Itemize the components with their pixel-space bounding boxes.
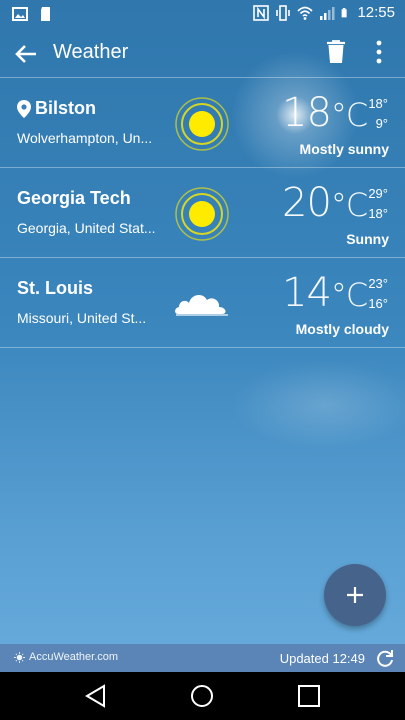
divider [0,347,405,348]
refresh-icon[interactable] [375,648,395,668]
brand-label: AccuWeather.com [29,651,119,663]
location-subtitle: Georgia, United Stat... [17,220,156,236]
temperature: 18 [282,90,332,136]
recents-nav-icon[interactable] [297,684,321,708]
temp-unit: °C [330,276,368,314]
page-title: Weather [53,41,129,63]
back-arrow-icon[interactable] [12,40,40,68]
location-name: Georgia Tech [17,188,131,208]
battery-icon [342,7,348,17]
gallery-icon [12,7,28,21]
back-nav-icon[interactable] [84,684,108,708]
add-location-button[interactable] [324,564,386,626]
sd-card-icon [41,7,50,21]
low-temp: 16° [368,296,388,311]
temp-unit: °C [330,186,368,224]
sun-icon [175,187,229,241]
navigation-bar [0,672,405,720]
location-row-st-louis[interactable]: St. Louis Missouri, United St... 14°C 23… [0,258,405,347]
condition: Sunny [346,231,389,247]
condition: Mostly cloudy [295,321,389,337]
sun-icon [175,97,229,151]
temperature: 20 [282,180,332,226]
trash-icon[interactable] [323,38,349,66]
status-bar: 12:55 [0,0,405,28]
location-pin-icon [17,99,31,118]
location-row-bilston[interactable]: Bilston Wolverhampton, Un... 18°C 18° 9°… [0,78,405,167]
updated-time: Updated 12:49 [279,651,365,666]
home-nav-icon[interactable] [190,684,214,708]
location-name: Bilston [35,98,96,118]
accuweather-sun-icon [14,651,25,663]
vibrate-icon [276,4,291,21]
location-subtitle: Missouri, United St... [17,310,147,326]
more-options-icon[interactable] [368,38,390,66]
condition: Mostly sunny [299,141,389,157]
footer-bar: AccuWeather.com Updated 12:49 [0,644,405,672]
temperature: 14 [282,270,332,316]
cloud-icon [175,294,228,316]
location-subtitle: Wolverhampton, Un... [17,130,153,146]
accuweather-link[interactable]: AccuWeather.com [14,651,118,663]
cloud-haze [230,360,405,450]
signal-icon [320,6,335,20]
high-temp: 23° [368,276,388,291]
location-row-georgia-tech[interactable]: Georgia Tech Georgia, United Stat... 20°… [0,168,405,257]
app-bar: Weather [0,28,405,78]
clock: 12:55 [357,4,395,21]
wifi-icon [297,6,314,20]
nfc-icon [253,4,270,21]
location-name: St. Louis [17,278,93,298]
temp-unit: °C [330,96,368,134]
high-temp: 29° [368,186,388,201]
high-temp: 18° [368,96,388,111]
low-temp: 9° [375,116,388,131]
plus-icon [347,587,363,603]
low-temp: 18° [368,206,388,221]
